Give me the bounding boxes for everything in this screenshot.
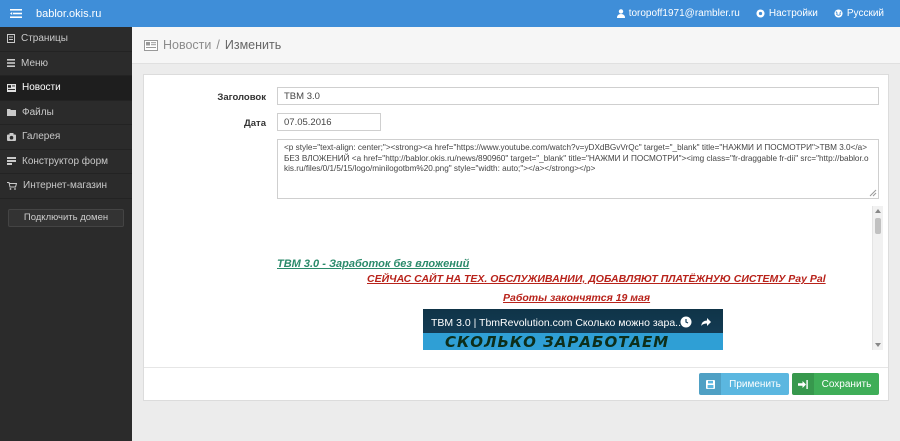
sidebar-item-files[interactable]: Файлы	[0, 101, 132, 125]
breadcrumb-section-link[interactable]: Новости	[163, 38, 211, 52]
html-source-text: <p style="text-align: center;"><strong><…	[284, 143, 869, 173]
sidebar-item-gallery[interactable]: Галерея	[0, 125, 132, 150]
files-icon	[7, 109, 16, 117]
scroll-thumb[interactable]	[875, 218, 881, 234]
connect-domain-button[interactable]: Подключить домен	[8, 208, 124, 227]
news-icon	[144, 39, 158, 51]
sidebar-item-label: Галерея	[22, 131, 61, 143]
sign-in-icon	[792, 373, 814, 395]
content-preview: TBM 3.0 - Заработок без вложений СЕЙЧАС …	[277, 206, 883, 350]
user-email: toropoff1971@rambler.ru	[628, 8, 740, 19]
sidebar-item-shop[interactable]: Интернет-магазин	[0, 174, 132, 199]
scroll-up-icon[interactable]	[875, 209, 881, 213]
form-builder-icon	[7, 157, 16, 166]
menu-list-icon	[7, 59, 15, 68]
news-icon	[7, 83, 16, 92]
gear-icon	[756, 9, 765, 18]
resize-handle-icon[interactable]	[869, 189, 877, 197]
sidebar-item-label: Конструктор форм	[22, 155, 109, 167]
top-bar: bablor.okis.ru toropoff1971@rambler.ru Н…	[0, 0, 900, 27]
user-icon	[616, 9, 625, 18]
sidebar-item-label: Файлы	[22, 106, 54, 118]
save-label: Сохранить	[821, 378, 872, 390]
pages-icon	[7, 34, 15, 44]
video-title: TBM 3.0 | TbmRevolution.com Сколько можн…	[431, 317, 684, 329]
apply-label: Применить	[729, 378, 781, 390]
sidebar-item-menu[interactable]: Меню	[0, 52, 132, 76]
title-label: Заголовок	[217, 92, 266, 103]
video-banner: СКОЛЬКО ЗАРАБОТАЕМ	[423, 333, 723, 350]
breadcrumb-separator: /	[216, 38, 220, 52]
sidebar-item-pages[interactable]: Страницы	[0, 27, 132, 52]
save-button[interactable]: Сохранить	[792, 373, 879, 395]
breadcrumb-current: Изменить	[224, 38, 282, 52]
edit-news-form: Заголовок TBM 3.0 Дата 07.05.2016 <p sty…	[143, 74, 889, 401]
video-embed[interactable]: TBM 3.0 | TbmRevolution.com Сколько можн…	[423, 309, 723, 350]
preview-scrollbar[interactable]	[872, 206, 883, 350]
preview-notice-date: Работы закончятся 19 мая	[503, 292, 651, 304]
language-selector[interactable]: Русский	[834, 8, 884, 19]
date-label: Дата	[244, 118, 266, 129]
sidebar-item-label: Интернет-магазин	[23, 180, 107, 192]
language-label: Русский	[846, 8, 884, 19]
sidebar-item-form-builder[interactable]: Конструктор форм	[0, 150, 132, 174]
scroll-down-icon[interactable]	[875, 343, 881, 347]
html-source-textarea[interactable]: <p style="text-align: center;"><strong><…	[277, 139, 879, 199]
share-icon[interactable]	[700, 316, 712, 328]
preview-headline-link[interactable]: TBM 3.0 - Заработок без вложений	[277, 258, 469, 270]
sidebar-item-news[interactable]: Новости	[0, 76, 132, 101]
cart-icon	[7, 181, 17, 190]
sidebar: Страницы Меню Новости Файлы Галерея Конс…	[0, 27, 132, 441]
settings-label: Настройки	[768, 8, 818, 19]
sidebar-item-label: Страницы	[21, 33, 68, 45]
breadcrumb: Новости / Изменить	[132, 27, 900, 64]
sidebar-item-label: Меню	[21, 57, 49, 69]
settings-link[interactable]: Настройки	[756, 8, 818, 19]
apply-button[interactable]: Применить	[699, 373, 789, 395]
floppy-disk-icon	[699, 373, 721, 395]
video-banner-text: СКОЛЬКО ЗАРАБОТАЕМ	[445, 333, 670, 350]
site-name-link[interactable]: bablor.okis.ru	[36, 8, 101, 20]
form-divider	[144, 367, 888, 368]
date-input[interactable]: 07.05.2016	[277, 113, 381, 131]
preview-notice: СЕЙЧАС САЙТ НА ТЕХ. ОБСЛУЖИВАНИИ, ДОБАВЛ…	[367, 273, 826, 285]
camera-icon	[7, 132, 16, 141]
clock-icon[interactable]	[680, 316, 692, 328]
sidebar-toggle-icon[interactable]	[4, 0, 28, 27]
user-account-link[interactable]: toropoff1971@rambler.ru	[616, 8, 740, 19]
globe-icon	[834, 9, 843, 18]
title-input[interactable]: TBM 3.0	[277, 87, 879, 105]
sidebar-item-label: Новости	[22, 82, 61, 94]
